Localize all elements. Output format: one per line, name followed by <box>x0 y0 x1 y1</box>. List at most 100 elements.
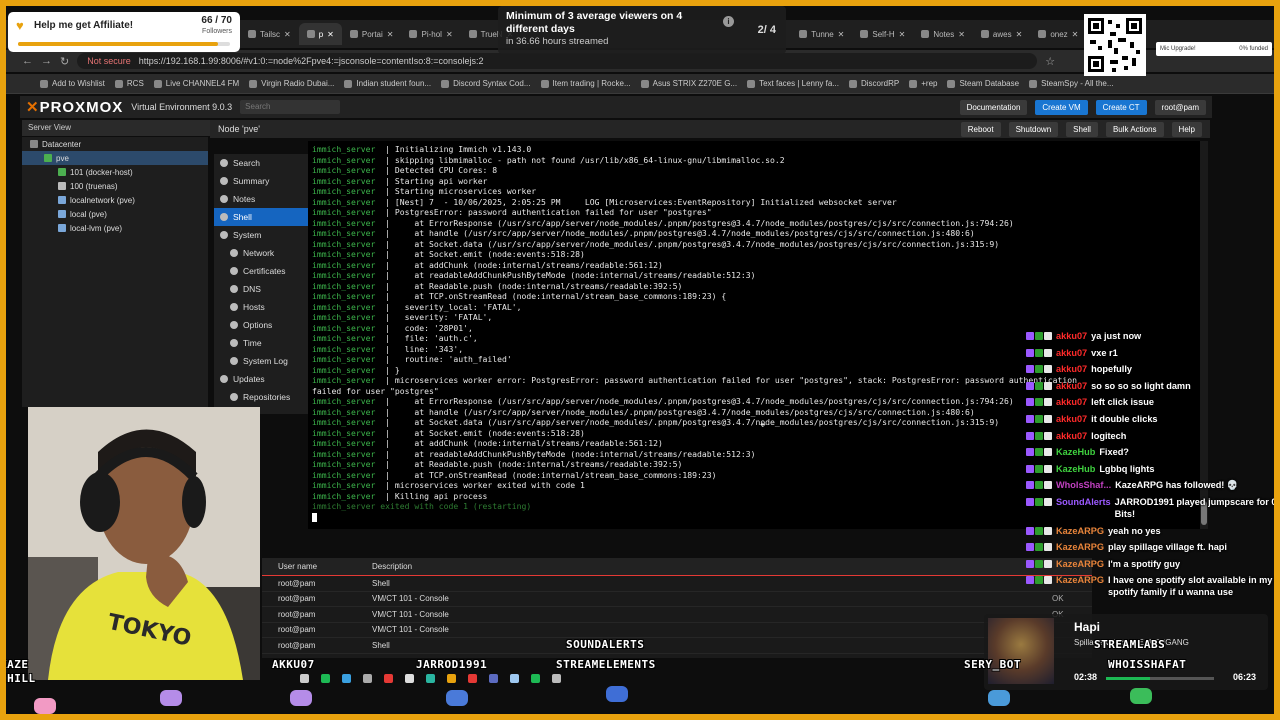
chat-username[interactable]: KazeARPG <box>1056 558 1104 570</box>
column-header-description[interactable]: Description <box>372 562 672 571</box>
chat-username[interactable]: KazeARPG <box>1056 574 1104 598</box>
browser-tab[interactable]: onez ✕ <box>1030 23 1086 45</box>
task-row[interactable]: root@pam VM/CT 101 - Console <box>262 623 1092 638</box>
reload-icon[interactable]: ↻ <box>60 55 69 68</box>
menu-item[interactable]: Search <box>214 154 308 172</box>
tree-item[interactable]: 101 (docker-host) <box>22 165 208 179</box>
chat-username[interactable]: akku07 <box>1056 430 1087 442</box>
menu-item[interactable]: Updates <box>214 370 308 388</box>
bookmark-item[interactable]: Discord Syntax Cod... <box>441 79 531 88</box>
bookmark-item[interactable]: SteamSpy - All the... <box>1029 79 1114 88</box>
create-ct-button[interactable]: Create CT <box>1095 99 1147 115</box>
chat-username[interactable]: KazeHub <box>1056 446 1095 458</box>
star-icon[interactable]: ☆ <box>1045 55 1055 68</box>
bookmark-item[interactable]: Virgin Radio Dubai... <box>249 79 334 88</box>
chat-username[interactable]: WhoIsShaf... <box>1056 479 1111 491</box>
tab-close-icon[interactable]: ✕ <box>899 30 906 39</box>
menu-item[interactable]: Network <box>214 244 308 262</box>
chat-username[interactable]: akku07 <box>1056 396 1087 408</box>
tree-item[interactable]: 100 (truenas) <box>22 179 208 193</box>
taskbar-app-icon[interactable] <box>426 673 435 683</box>
node-button[interactable]: Shell <box>1066 121 1098 137</box>
bookmark-item[interactable]: DiscordRP <box>849 79 899 88</box>
task-row[interactable]: root@pamVM/CT 101 - ConsoleOK <box>262 592 1092 607</box>
bookmark-item[interactable]: Item trading | Rocke... <box>540 79 631 88</box>
tab-close-icon[interactable]: ✕ <box>387 30 394 39</box>
taskbar-app-icon[interactable] <box>405 673 414 683</box>
taskbar-app-icon[interactable] <box>468 673 477 683</box>
create-vm-button[interactable]: Create VM <box>1035 99 1088 115</box>
tree-item[interactable]: local-lvm (pve) <box>22 221 208 235</box>
browser-tab[interactable]: Tunne ✕ <box>791 23 852 45</box>
bookmark-item[interactable]: Live CHANNEL4 FM <box>153 79 239 88</box>
user-menu-button[interactable]: root@pam <box>1154 99 1206 115</box>
menu-item[interactable]: Shell <box>214 208 308 226</box>
url-field[interactable]: Not secure https://192.168.1.99:8006/#v1… <box>77 53 1038 69</box>
bookmark-item[interactable]: +rep <box>909 79 937 88</box>
back-icon[interactable]: ← <box>22 55 33 67</box>
browser-tab[interactable]: Notes ✕ <box>913 23 973 45</box>
taskbar-app-icon[interactable] <box>321 673 330 683</box>
taskbar-app-icon[interactable] <box>342 673 351 683</box>
tree-item[interactable]: pve <box>22 151 208 165</box>
tree-item[interactable]: local (pve) <box>22 207 208 221</box>
tab-close-icon[interactable]: ✕ <box>1016 30 1023 39</box>
menu-item[interactable]: Notes <box>214 190 308 208</box>
menu-item[interactable]: Summary <box>214 172 308 190</box>
server-view-select[interactable]: Server View <box>22 120 212 136</box>
menu-item[interactable]: Repositories <box>214 388 308 406</box>
bookmark-item[interactable]: Add to Wishlist <box>40 79 105 88</box>
taskbar-app-icon[interactable] <box>363 673 372 683</box>
bookmark-item[interactable]: Indian student foun... <box>344 79 431 88</box>
menu-item[interactable]: Time <box>214 334 308 352</box>
tab-close-icon[interactable]: ✕ <box>284 30 291 39</box>
tree-item[interactable]: localnetwork (pve) <box>22 193 208 207</box>
node-button[interactable]: Help <box>1171 121 1202 137</box>
taskbar-app-icon[interactable] <box>552 673 561 683</box>
menu-item[interactable]: System Log <box>214 352 308 370</box>
menu-item[interactable]: System <box>214 226 308 244</box>
node-button[interactable]: Shutdown <box>1008 121 1059 137</box>
menu-item[interactable]: DNS <box>214 280 308 298</box>
browser-tab[interactable]: Tailsc ✕ <box>240 23 299 45</box>
browser-tab[interactable]: Self-H ✕ <box>852 23 913 45</box>
node-button[interactable]: Reboot <box>960 121 1001 137</box>
column-header-user[interactable]: User name <box>262 562 372 571</box>
taskbar-app-icon[interactable] <box>300 673 309 683</box>
task-row[interactable]: root@pam Shell <box>262 576 1092 592</box>
tab-close-icon[interactable]: ✕ <box>958 30 965 39</box>
tab-close-icon[interactable]: ✕ <box>1072 30 1079 39</box>
chat-username[interactable]: KazeHub <box>1056 463 1095 475</box>
chat-username[interactable]: KazeARPG <box>1056 525 1104 537</box>
taskbar-app-icon[interactable] <box>510 673 519 683</box>
forward-icon[interactable]: → <box>41 55 52 67</box>
chat-username[interactable]: KazeARPG <box>1056 541 1104 553</box>
bookmark-item[interactable]: Asus STRIX Z270E G... <box>640 79 737 88</box>
browser-tab[interactable]: p ✕ <box>298 23 342 45</box>
taskbar-app-icon[interactable] <box>384 673 393 683</box>
documentation-button[interactable]: Documentation <box>959 99 1028 115</box>
menu-item[interactable]: Certificates <box>214 262 308 280</box>
browser-tab[interactable]: Pi-hol ✕ <box>401 23 460 45</box>
chat-username[interactable]: akku07 <box>1056 330 1087 342</box>
tab-close-icon[interactable]: ✕ <box>446 30 453 39</box>
chat-username[interactable]: akku07 <box>1056 380 1087 392</box>
chat-username[interactable]: SoundAlerts <box>1056 496 1111 520</box>
bookmark-item[interactable]: Steam Database <box>947 79 1019 88</box>
chat-username[interactable]: akku07 <box>1056 363 1087 375</box>
search-input[interactable]: Search <box>240 100 341 114</box>
menu-item[interactable]: Hosts <box>214 298 308 316</box>
bookmark-item[interactable]: Text faces | Lenny fa... <box>747 79 839 88</box>
taskbar-app-icon[interactable] <box>447 673 456 683</box>
task-row[interactable]: root@pamVM/CT 101 - ConsoleOK <box>262 607 1092 623</box>
task-row[interactable]: root@pam Shell <box>262 638 1092 654</box>
menu-item[interactable]: Options <box>214 316 308 334</box>
taskbar-app-icon[interactable] <box>489 673 498 683</box>
tree-item[interactable]: Datacenter <box>22 137 208 151</box>
chat-username[interactable]: akku07 <box>1056 347 1087 359</box>
bookmark-item[interactable]: RCS <box>114 79 144 88</box>
chat-username[interactable]: akku07 <box>1056 413 1087 425</box>
tab-close-icon[interactable]: ✕ <box>327 30 334 39</box>
tab-close-icon[interactable]: ✕ <box>838 30 845 39</box>
browser-tab[interactable]: Portai ✕ <box>342 23 402 45</box>
